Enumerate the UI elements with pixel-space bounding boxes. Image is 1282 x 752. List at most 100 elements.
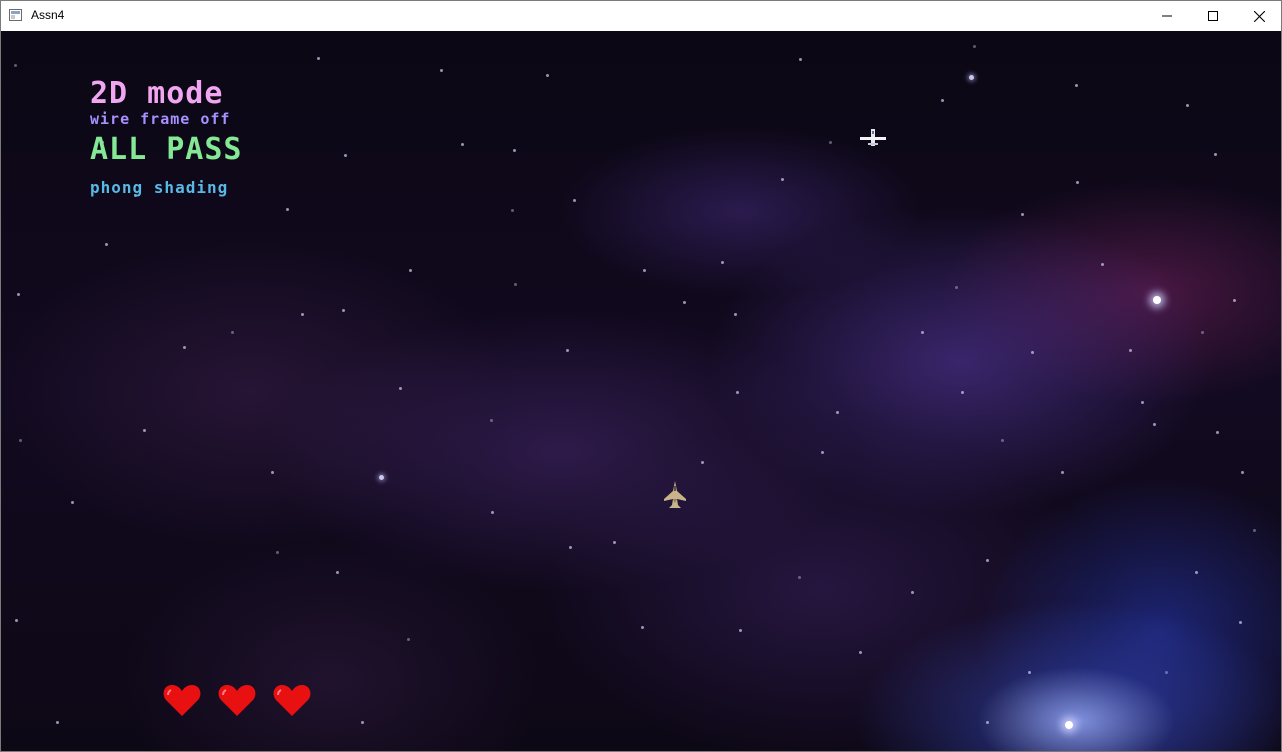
star xyxy=(955,286,958,289)
star xyxy=(1233,299,1236,302)
star xyxy=(461,143,464,146)
star xyxy=(276,551,279,554)
star xyxy=(105,243,108,246)
window-title: Assn4 xyxy=(31,8,65,22)
star xyxy=(183,346,186,349)
maximize-button[interactable] xyxy=(1190,1,1236,31)
star xyxy=(56,721,59,724)
star xyxy=(569,546,572,549)
heart-icon xyxy=(273,683,311,717)
star xyxy=(721,261,724,264)
star xyxy=(491,511,494,514)
star xyxy=(19,439,22,442)
wireframe-label: wire frame off xyxy=(90,110,231,128)
star xyxy=(986,721,989,724)
star xyxy=(361,721,364,724)
star xyxy=(1153,423,1156,426)
star xyxy=(1216,431,1219,434)
star xyxy=(286,208,289,211)
window-icon xyxy=(9,9,22,21)
star xyxy=(344,154,347,157)
star xyxy=(799,58,802,61)
star xyxy=(736,391,739,394)
title-bar[interactable]: Assn4 xyxy=(1,1,1281,31)
star xyxy=(798,576,801,579)
star xyxy=(921,331,924,334)
star xyxy=(407,638,410,641)
star xyxy=(440,69,443,72)
minimize-button[interactable] xyxy=(1144,1,1190,31)
heart-icon xyxy=(218,683,256,717)
star xyxy=(1186,104,1189,107)
star xyxy=(1129,349,1132,352)
star xyxy=(821,451,824,454)
star xyxy=(1239,621,1242,624)
star xyxy=(643,269,646,272)
star xyxy=(734,313,737,316)
star xyxy=(701,461,704,464)
star xyxy=(911,591,914,594)
star xyxy=(613,541,616,544)
star xyxy=(683,301,686,304)
star xyxy=(961,391,964,394)
star xyxy=(781,178,784,181)
star xyxy=(941,99,944,102)
star xyxy=(336,571,339,574)
star xyxy=(514,283,517,286)
star xyxy=(399,387,402,390)
star xyxy=(566,349,569,352)
star xyxy=(739,629,742,632)
star xyxy=(973,45,976,48)
star xyxy=(271,471,274,474)
star xyxy=(513,149,516,152)
star xyxy=(301,313,304,316)
star xyxy=(379,475,384,480)
close-button[interactable] xyxy=(1236,1,1282,31)
enemy-ship-icon xyxy=(859,128,887,148)
star xyxy=(1065,721,1073,729)
star xyxy=(1141,401,1144,404)
star xyxy=(409,269,412,272)
star xyxy=(1031,351,1034,354)
star xyxy=(1075,84,1078,87)
star xyxy=(1214,153,1217,156)
heart-icon xyxy=(163,683,201,717)
pass-label: ALL PASS xyxy=(90,132,243,167)
shading-label: phong shading xyxy=(90,178,229,197)
app-window: Assn4 2D mode wire frame off ALL PASS ph… xyxy=(0,0,1282,752)
star xyxy=(1153,296,1161,304)
star xyxy=(829,141,832,144)
mode-label: 2D mode xyxy=(90,76,224,111)
star xyxy=(342,309,345,312)
player-ship-icon xyxy=(663,481,687,509)
star xyxy=(836,411,839,414)
minimize-icon xyxy=(1162,15,1172,17)
star xyxy=(546,74,549,77)
star xyxy=(490,419,493,422)
star xyxy=(1241,471,1244,474)
star xyxy=(143,429,146,432)
star xyxy=(1076,181,1079,184)
star xyxy=(573,199,576,202)
star xyxy=(1021,213,1024,216)
star xyxy=(1165,671,1168,674)
star xyxy=(1201,331,1204,334)
star xyxy=(859,651,862,654)
star xyxy=(71,501,74,504)
star xyxy=(1028,671,1031,674)
star xyxy=(317,57,320,60)
star xyxy=(641,626,644,629)
star xyxy=(511,209,514,212)
maximize-icon xyxy=(1208,11,1218,21)
star xyxy=(1001,439,1004,442)
star xyxy=(17,293,20,296)
star xyxy=(231,331,234,334)
star xyxy=(986,559,989,562)
star xyxy=(14,64,17,67)
star xyxy=(15,619,18,622)
star xyxy=(1061,471,1064,474)
star xyxy=(1195,571,1198,574)
star xyxy=(969,75,974,80)
game-viewport[interactable]: 2D mode wire frame off ALL PASS phong sh… xyxy=(1,31,1281,751)
star xyxy=(1101,263,1104,266)
